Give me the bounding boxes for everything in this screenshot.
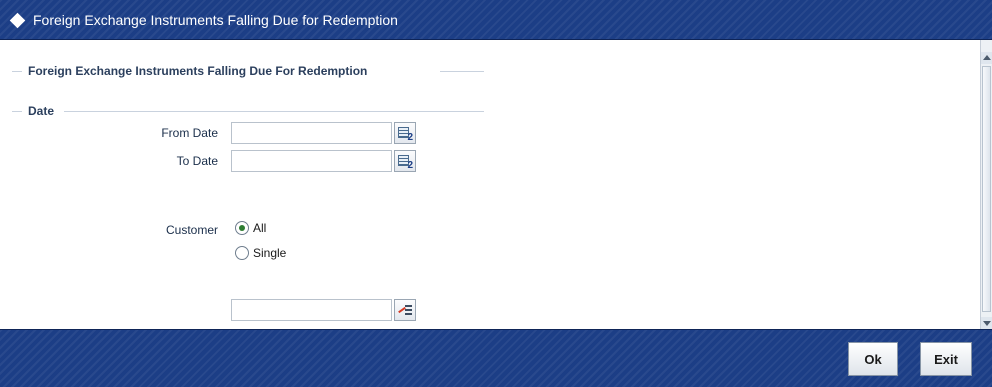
customer-option-single[interactable]: Single	[235, 246, 286, 260]
ok-button[interactable]: Ok	[848, 342, 898, 376]
scroll-down-arrow-icon[interactable]	[981, 317, 992, 329]
customer-lov-icon[interactable]	[394, 299, 416, 321]
footer-bar: Ok Exit	[0, 329, 992, 387]
scroll-thumb[interactable]	[982, 66, 991, 312]
scroll-up-arrow-icon[interactable]	[981, 52, 992, 64]
window-title: Foreign Exchange Instruments Falling Due…	[33, 12, 398, 28]
customer-label: Customer	[165, 223, 218, 237]
date-section-legend: Date	[24, 104, 59, 118]
to-date-label: To Date	[176, 154, 218, 168]
date-section-line-right	[64, 111, 484, 112]
title-bar: Foreign Exchange Instruments Falling Due…	[0, 0, 992, 40]
from-date-field[interactable]	[231, 122, 392, 144]
diamond-icon	[9, 12, 26, 29]
radio-single-label: Single	[253, 246, 287, 260]
date-section-line-left	[12, 111, 22, 112]
vertical-scrollbar[interactable]	[980, 40, 992, 329]
radio-single[interactable]	[235, 246, 249, 260]
radio-all[interactable]	[235, 221, 249, 235]
from-date-label: From Date	[161, 126, 218, 140]
to-date-field[interactable]	[231, 150, 392, 172]
from-date-calendar-icon[interactable]	[394, 122, 416, 144]
customer-option-all[interactable]: All	[235, 221, 266, 235]
customer-single-field[interactable]	[231, 299, 392, 321]
main-section-line-left	[12, 71, 22, 72]
main-section-legend: Foreign Exchange Instruments Falling Due…	[24, 64, 372, 78]
to-date-calendar-icon[interactable]	[394, 150, 416, 172]
main-section-line-right	[440, 71, 484, 72]
exit-button[interactable]: Exit	[920, 342, 972, 376]
radio-all-label: All	[253, 221, 267, 235]
form-content: Foreign Exchange Instruments Falling Due…	[0, 40, 980, 329]
